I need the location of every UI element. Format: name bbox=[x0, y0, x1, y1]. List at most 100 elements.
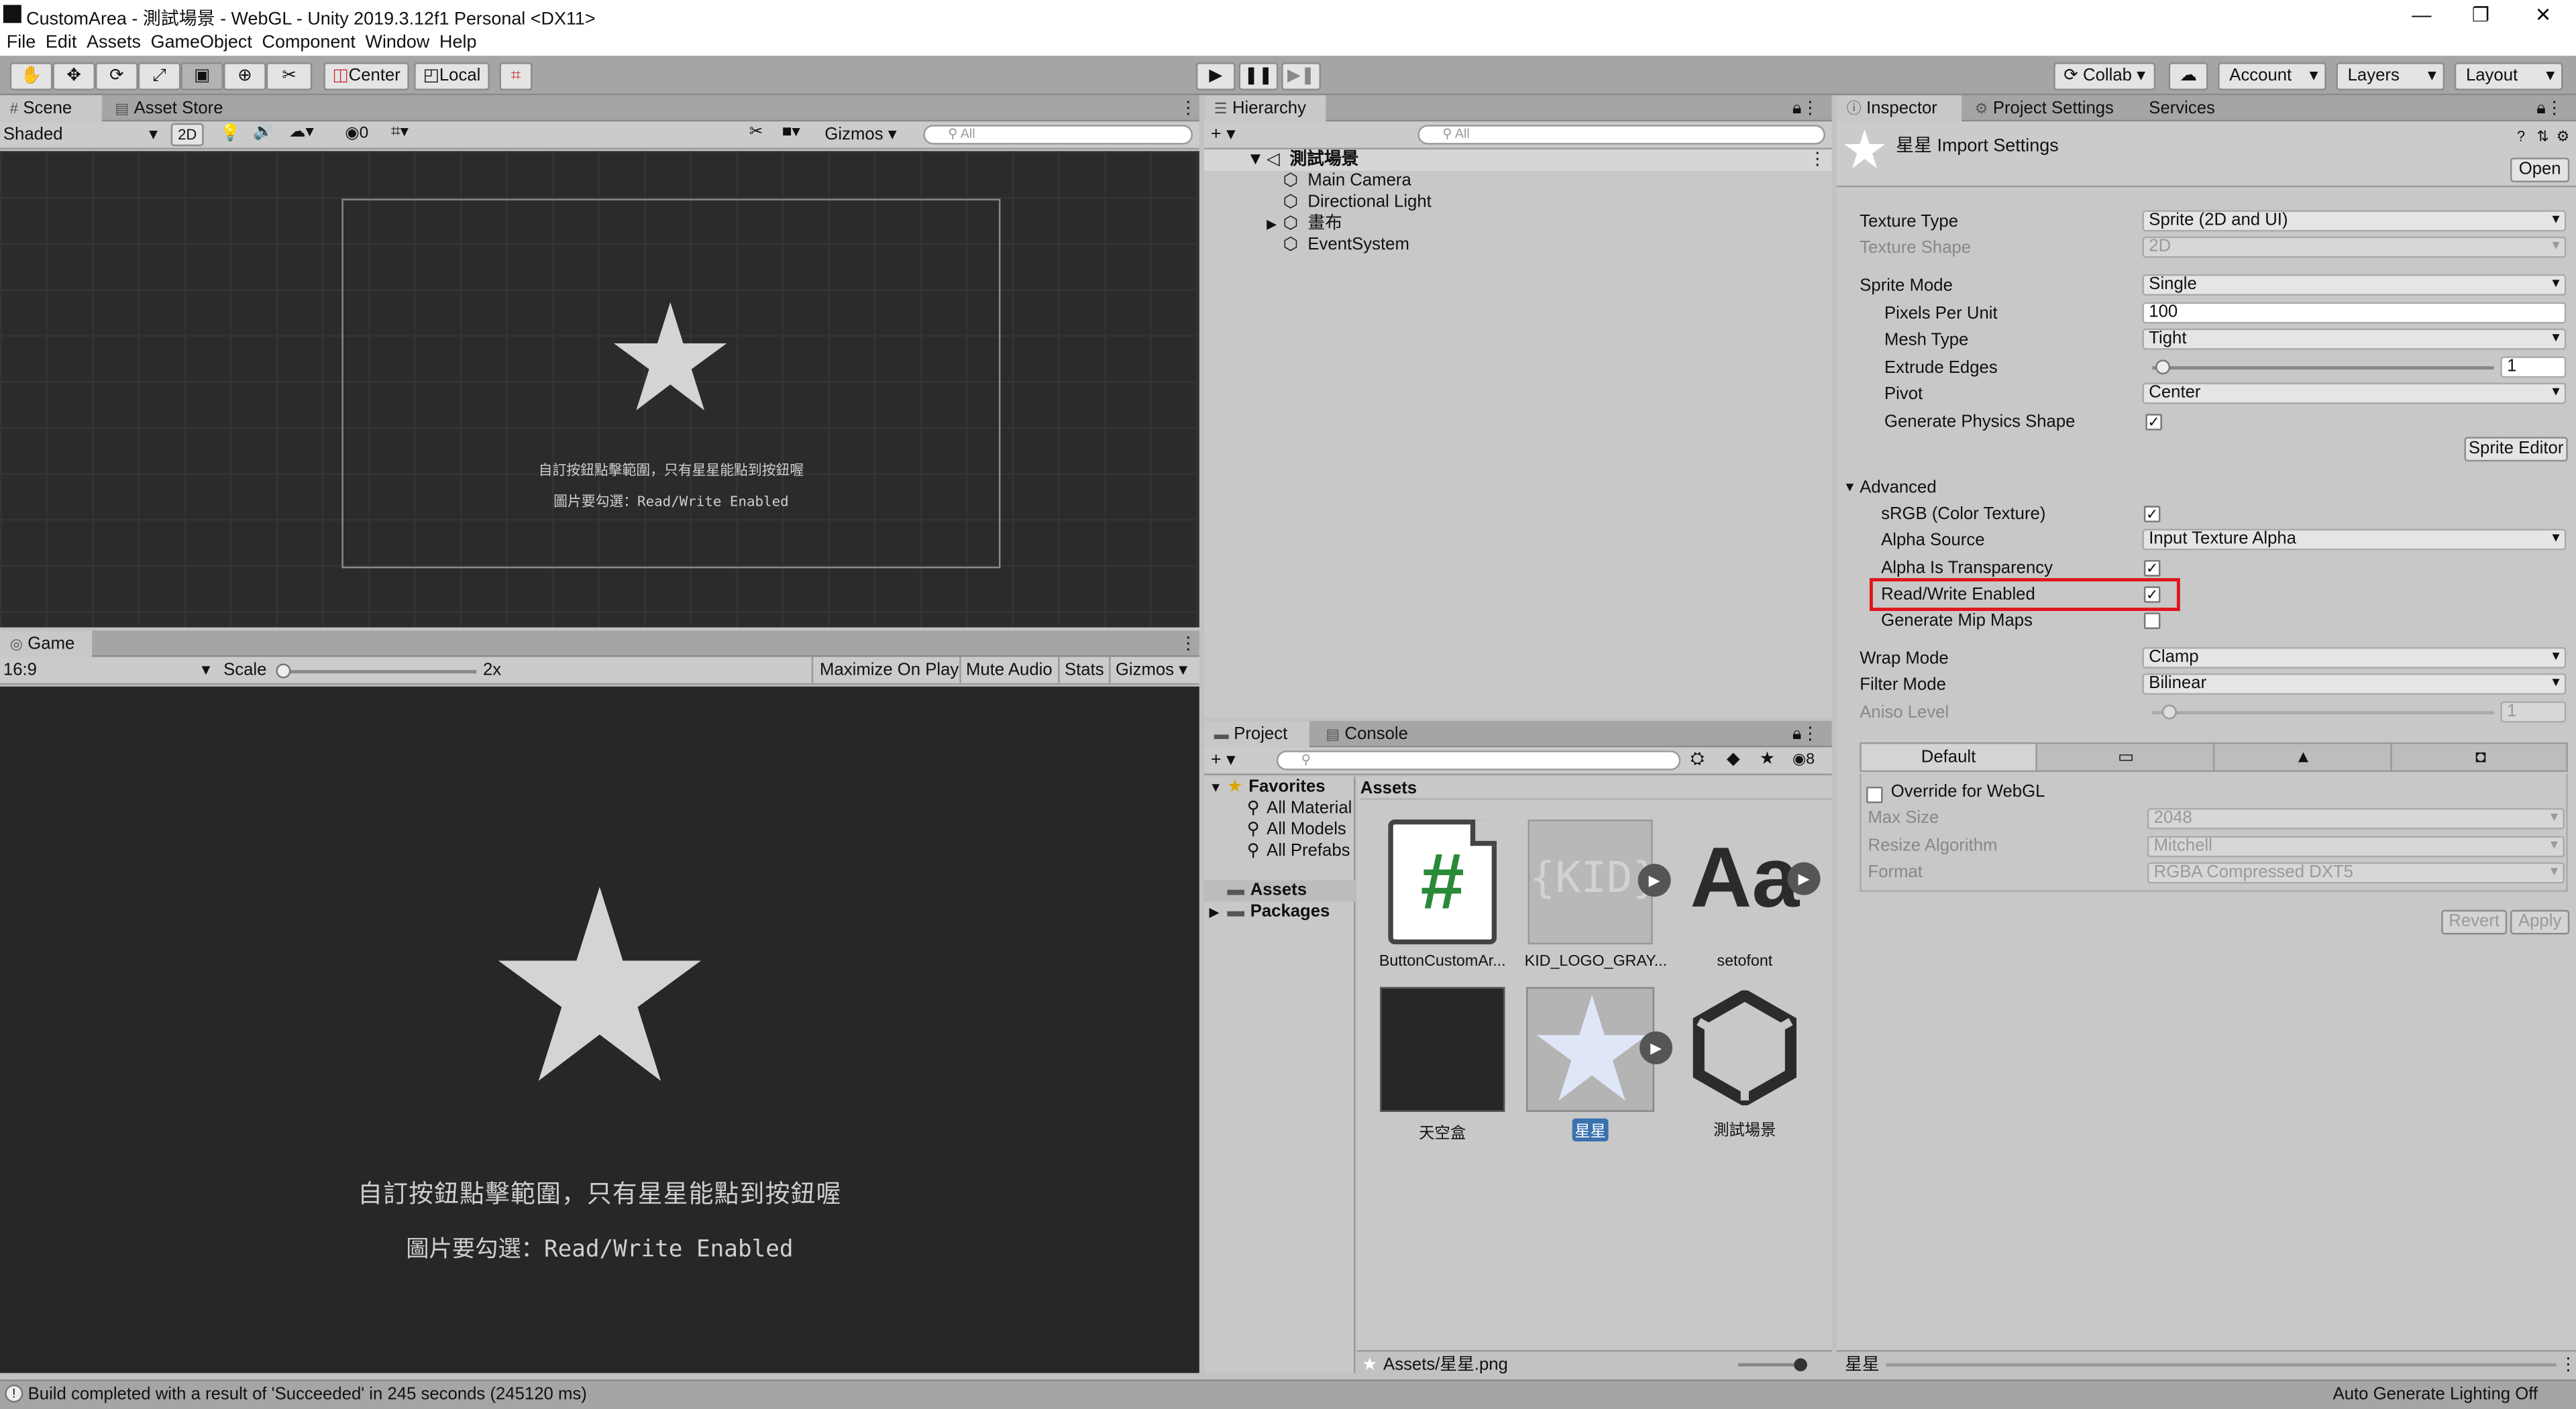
hierarchy-lock-icon[interactable]: 🔒︎⋮ bbox=[1782, 95, 1829, 121]
preset-icon[interactable]: ⇅ bbox=[2536, 128, 2548, 146]
scene-view[interactable]: 自訂按鈕點擊範圍，只有星星能點到按鈕喔 圖片要勾選：Read/Write Ena… bbox=[0, 151, 1199, 628]
menu-edit[interactable]: Edit bbox=[46, 33, 76, 52]
rotate-tool-icon[interactable]: ⟳ bbox=[95, 62, 138, 91]
platform-tab-android-icon[interactable]: ▲ bbox=[2216, 744, 2392, 771]
mute-audio-toggle[interactable]: Mute Audio bbox=[959, 657, 1057, 683]
menu-assets[interactable]: Assets bbox=[87, 33, 141, 52]
asset-buttoncustomarea[interactable]: # ButtonCustomAr... bbox=[1377, 820, 1508, 970]
transform-tool-icon[interactable]: ⊕ bbox=[223, 62, 266, 91]
settings-gear-icon[interactable]: ⚙ bbox=[2557, 128, 2570, 146]
advanced-foldout[interactable]: ▼ Advanced bbox=[1837, 475, 2576, 501]
expand-sprite-icon[interactable]: ▶ bbox=[1638, 864, 1671, 897]
custom-tool-icon[interactable]: ✂ bbox=[266, 62, 313, 91]
scene-search-input[interactable]: ⚲ All bbox=[923, 125, 1193, 145]
asset-star-selected[interactable]: ▶ 星星 bbox=[1525, 987, 1673, 1142]
platform-tab-default[interactable]: Default bbox=[1861, 744, 2037, 771]
menu-component[interactable]: Component bbox=[262, 33, 356, 52]
hierarchy-search-input[interactable]: ⚲ All bbox=[1417, 125, 1825, 145]
help-icon[interactable]: ? bbox=[2517, 128, 2525, 144]
layers-dropdown[interactable]: Layers ▾ bbox=[2336, 62, 2445, 91]
hidden-packages-toggle[interactable]: ◉8 bbox=[1792, 750, 1815, 769]
favorite-item[interactable]: ⚲ All Material bbox=[1204, 798, 1355, 820]
folder-assets[interactable]: ▬ Assets bbox=[1204, 880, 1356, 902]
stats-toggle[interactable]: Stats bbox=[1058, 657, 1109, 683]
snap-icon[interactable]: ⌗ bbox=[499, 62, 533, 91]
generate-physics-checkbox[interactable]: ✓ bbox=[2145, 414, 2162, 431]
hidden-objects-toggle[interactable]: ◉0 bbox=[345, 125, 368, 143]
game-gizmos-dropdown[interactable]: Gizmos ▾ bbox=[1109, 657, 1192, 683]
pause-button[interactable]: ❚❚ bbox=[1238, 62, 1279, 91]
platform-tab-standalone-monitor-icon[interactable]: ▭ bbox=[2039, 744, 2215, 771]
scene-gizmos-dropdown[interactable]: Gizmos ▾ bbox=[824, 125, 896, 144]
preview-menu-icon[interactable]: ⋮ bbox=[2560, 1352, 2576, 1378]
asset-kid-logo[interactable]: {KID} ▶ KID_LOGO_GRAY... bbox=[1525, 820, 1671, 970]
status-message[interactable]: Build completed with a result of 'Succee… bbox=[28, 1385, 587, 1404]
alpha-transparency-checkbox[interactable]: ✓ bbox=[2143, 560, 2161, 577]
menu-file[interactable]: File bbox=[7, 33, 36, 52]
texture-type-dropdown[interactable]: Sprite (2D and UI) bbox=[2142, 210, 2567, 232]
tab-game[interactable]: ◎ Game bbox=[0, 630, 93, 657]
camera-icon[interactable]: ■▾ bbox=[782, 123, 800, 142]
platform-tab-webgl-icon[interactable]: ◘ bbox=[2394, 744, 2568, 770]
project-lock-icon[interactable]: 🔒︎⋮ bbox=[1782, 721, 1829, 747]
tab-hierarchy[interactable]: ☰ Hierarchy bbox=[1204, 95, 1326, 122]
account-dropdown[interactable]: Account ▾ bbox=[2218, 62, 2326, 91]
play-button[interactable]: ▶ bbox=[1195, 62, 1236, 91]
collab-dropdown[interactable]: ⟳ Collab ▾ bbox=[2053, 62, 2156, 91]
game-menu-icon[interactable]: ⋮ bbox=[1170, 630, 1207, 657]
tab-project-settings[interactable]: ⚙ Project Settings bbox=[1965, 95, 2124, 121]
scene-menu-icon[interactable]: ⋮ bbox=[1809, 150, 1826, 171]
inspector-preview-bar[interactable]: 星星 ⋮ bbox=[1836, 1350, 2576, 1378]
wrap-mode-dropdown[interactable]: Clamp bbox=[2142, 646, 2567, 669]
aspect-dropdown[interactable]: 16:9 ▾ bbox=[3, 660, 211, 679]
menu-window[interactable]: Window bbox=[366, 33, 430, 52]
search-by-type-icon[interactable]: ⛭ bbox=[1690, 749, 1705, 771]
mesh-type-dropdown[interactable]: Tight bbox=[2142, 328, 2567, 350]
scale-slider[interactable] bbox=[276, 663, 477, 679]
extrude-edges-input[interactable]: 1 bbox=[2500, 356, 2567, 378]
expand-sprite-icon[interactable]: ▶ bbox=[1640, 1031, 1673, 1064]
tab-services[interactable]: Services bbox=[2139, 95, 2225, 121]
move-tool-icon[interactable]: ✥ bbox=[52, 62, 96, 91]
tab-inspector[interactable]: ⓘ Inspector bbox=[1836, 95, 1962, 122]
shading-mode-dropdown[interactable]: Shaded ▾ bbox=[3, 125, 161, 146]
folder-packages[interactable]: ▶ ▬ Packages bbox=[1204, 902, 1355, 923]
alpha-source-dropdown[interactable]: Input Texture Alpha bbox=[2142, 528, 2567, 551]
audio-icon[interactable]: 🔊 bbox=[253, 123, 273, 142]
override-webgl-checkbox[interactable] bbox=[1866, 787, 1883, 803]
sprite-mode-dropdown[interactable]: Single bbox=[2142, 274, 2567, 296]
icon-size-slider[interactable] bbox=[1738, 1358, 1807, 1371]
tab-asset-store[interactable]: ▤ Asset Store bbox=[105, 95, 233, 121]
revert-button[interactable]: Revert bbox=[2441, 909, 2508, 935]
collapsed-arrow-icon[interactable]: ▶ bbox=[1267, 213, 1277, 235]
asset-test-scene[interactable]: 測試場景 bbox=[1679, 987, 1811, 1140]
maximize-on-play-toggle[interactable]: Maximize On Play bbox=[811, 657, 965, 683]
scale-tool-icon[interactable]: ⤢ bbox=[138, 62, 181, 91]
extrude-edges-slider[interactable] bbox=[2152, 359, 2494, 375]
lighting-icon[interactable]: 💡 bbox=[220, 125, 240, 143]
inspector-lock-icon[interactable]: 🔒︎⋮ bbox=[2527, 95, 2573, 121]
menu-help[interactable]: Help bbox=[439, 33, 476, 52]
lighting-status[interactable]: Auto Generate Lighting Off bbox=[2333, 1385, 2538, 1404]
search-by-label-icon[interactable]: ◆ bbox=[1727, 749, 1740, 769]
favorites-star-icon[interactable]: ★ bbox=[1760, 749, 1775, 769]
asset-setofont[interactable]: Aa ▶ setofont bbox=[1679, 820, 1821, 970]
hand-tool-icon[interactable]: ✋ bbox=[9, 62, 53, 91]
2d-toggle-button[interactable]: 2D bbox=[170, 123, 204, 146]
expand-font-icon[interactable]: ▶ bbox=[1787, 862, 1821, 895]
mipmaps-checkbox[interactable] bbox=[2143, 612, 2161, 629]
favorites-row[interactable]: ▼ ★ Favorites bbox=[1204, 777, 1355, 798]
step-button[interactable]: ▶❚ bbox=[1281, 62, 1321, 91]
tab-project[interactable]: ▬ Project bbox=[1204, 721, 1309, 748]
game-star-button[interactable] bbox=[493, 887, 706, 1087]
scene-root-row[interactable]: ▼ ◁ 測試場景 ⋮ bbox=[1204, 149, 1832, 171]
favorite-item[interactable]: ⚲ All Prefabs bbox=[1204, 841, 1355, 862]
pivot-dropdown[interactable]: Center bbox=[2142, 382, 2567, 404]
project-create-dropdown[interactable]: + ▾ bbox=[1211, 749, 1236, 770]
sprite-editor-button[interactable]: Sprite Editor bbox=[2464, 437, 2568, 462]
project-search-input[interactable]: ⚲ bbox=[1276, 750, 1681, 771]
rect-tool-icon[interactable]: ▣ bbox=[180, 62, 224, 91]
game-view[interactable]: 自訂按鈕點擊範圍，只有星星能點到按鈕喔 圖片要勾選：Read/Write Ena… bbox=[0, 686, 1199, 1373]
pixels-per-unit-input[interactable]: 100 bbox=[2142, 302, 2567, 324]
filter-mode-dropdown[interactable]: Bilinear bbox=[2142, 673, 2567, 695]
